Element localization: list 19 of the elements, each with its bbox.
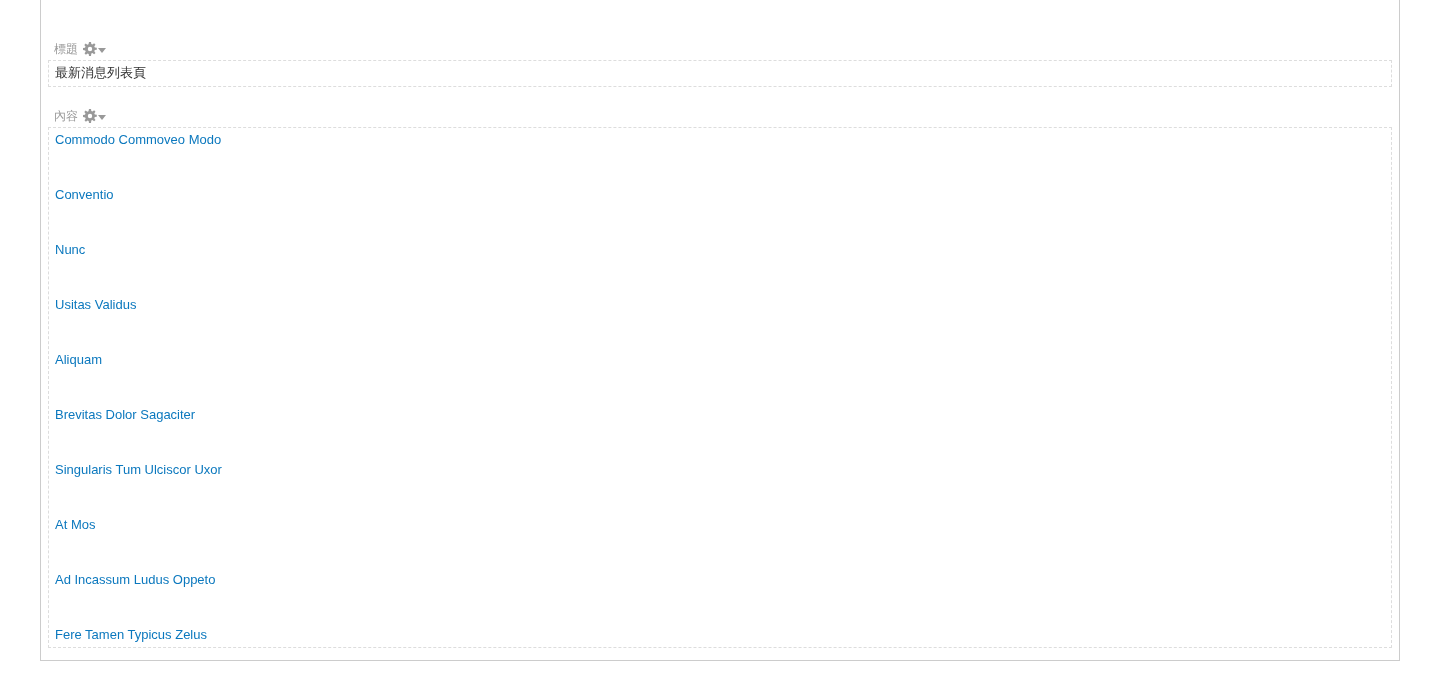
caret-icon <box>98 48 106 53</box>
news-link[interactable]: Fere Tamen Typicus Zelus <box>55 626 207 644</box>
title-field[interactable]: 最新消息列表頁 <box>48 60 1392 87</box>
news-link[interactable]: Nunc <box>55 241 86 259</box>
gear-icon <box>83 42 97 56</box>
settings-dropdown-button[interactable] <box>83 109 106 123</box>
gear-icon <box>83 109 97 123</box>
news-link[interactable]: Aliquam <box>55 351 102 369</box>
news-link[interactable]: Singularis Tum Ulciscor Uxor <box>55 461 222 479</box>
news-link[interactable]: Brevitas Dolor Sagaciter <box>55 406 196 424</box>
field-label: 內容 <box>54 108 78 124</box>
news-link[interactable]: At Mos <box>55 516 96 534</box>
caret-icon <box>98 115 106 120</box>
news-link[interactable]: Commodo Commoveo Modo <box>55 131 222 149</box>
news-link[interactable]: Conventio <box>55 186 114 204</box>
news-link[interactable]: Usitas Validus <box>55 296 137 314</box>
settings-dropdown-button[interactable] <box>83 42 106 56</box>
field-label: 標題 <box>54 41 78 57</box>
news-link[interactable]: Ad Incassum Ludus Oppeto <box>55 571 216 589</box>
